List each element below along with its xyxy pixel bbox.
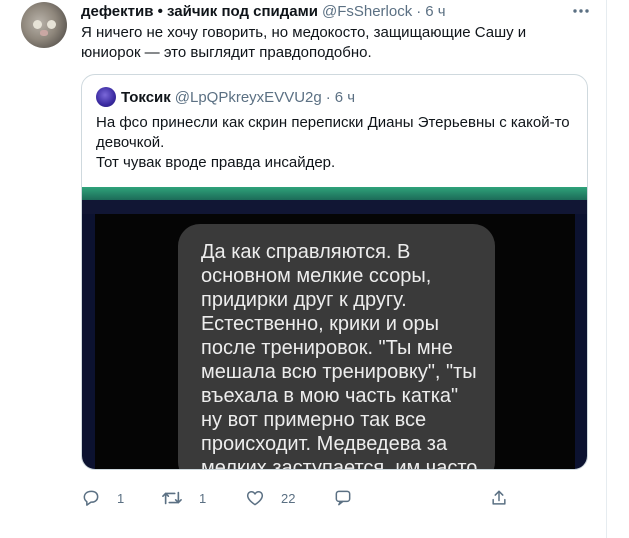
- timeline-divider: [606, 0, 607, 538]
- tweet-actions: 1 1 22: [81, 486, 521, 510]
- reply-button[interactable]: 1: [81, 486, 124, 510]
- retweet-count: 1: [199, 490, 207, 506]
- chat-bubble: Да как справляются. В основном мелкие сс…: [178, 224, 495, 470]
- quoted-tweet[interactable]: Токсик @LpQPkreyxEVVU2g · 6 ч На фсо при…: [81, 74, 588, 470]
- message-icon: [333, 488, 353, 508]
- share-button[interactable]: [489, 486, 509, 510]
- tweet-text: Я ничего не хочу говорить, но медокосто,…: [81, 24, 527, 61]
- avatar-eye: [47, 20, 56, 29]
- quoted-tweet-time[interactable]: 6 ч: [335, 89, 355, 106]
- retweet-button[interactable]: 1: [161, 486, 206, 510]
- chat-screenshot: Да как справляются. В основном мелкие сс…: [95, 214, 575, 470]
- quoted-text-line: Тот чувак вроде правда инсайдер.: [96, 154, 336, 171]
- author-handle[interactable]: @FsSherlock: [322, 3, 412, 20]
- separator-dot: ·: [325, 88, 331, 106]
- retweet-icon: [161, 488, 183, 508]
- reply-icon: [81, 488, 101, 508]
- chat-bubble-text: Да как справляются. В основном мелкие сс…: [201, 241, 478, 470]
- like-button[interactable]: 22: [245, 486, 295, 510]
- tweet-header: дефектив • зайчик под спидами @FsSherloc…: [81, 2, 446, 20]
- avatar-eye: [33, 20, 42, 29]
- quoted-text-line: На фсо принесли как скрин переписки Диан…: [96, 114, 570, 151]
- quoted-author-handle[interactable]: @LpQPkreyxEVVU2g: [175, 89, 322, 106]
- tweet-time[interactable]: 6 ч: [425, 3, 445, 20]
- avatar-nose: [40, 30, 48, 36]
- quoted-tweet-text: На фсо принесли как скрин переписки Диан…: [96, 113, 576, 173]
- reply-count: 1: [117, 490, 125, 506]
- quoted-tweet-header: Токсик @LpQPkreyxEVVU2g · 6 ч: [96, 87, 355, 107]
- more-options-icon[interactable]: [570, 2, 592, 20]
- image-top-bar: [82, 187, 587, 200]
- cat-avatar[interactable]: [21, 2, 67, 48]
- share-icon: [489, 488, 509, 508]
- like-count: 22: [281, 490, 296, 506]
- quoted-author-name[interactable]: Токсик: [121, 89, 171, 106]
- analytics-button[interactable]: [333, 486, 353, 510]
- quoted-tweet-image[interactable]: Да как справляются. В основном мелкие сс…: [82, 187, 587, 470]
- image-dark-band: [82, 200, 587, 214]
- author-name[interactable]: дефектив • зайчик под спидами: [81, 3, 318, 20]
- quoted-author-avatar[interactable]: [96, 87, 116, 107]
- heart-icon: [245, 488, 265, 508]
- separator-dot: ·: [416, 2, 422, 20]
